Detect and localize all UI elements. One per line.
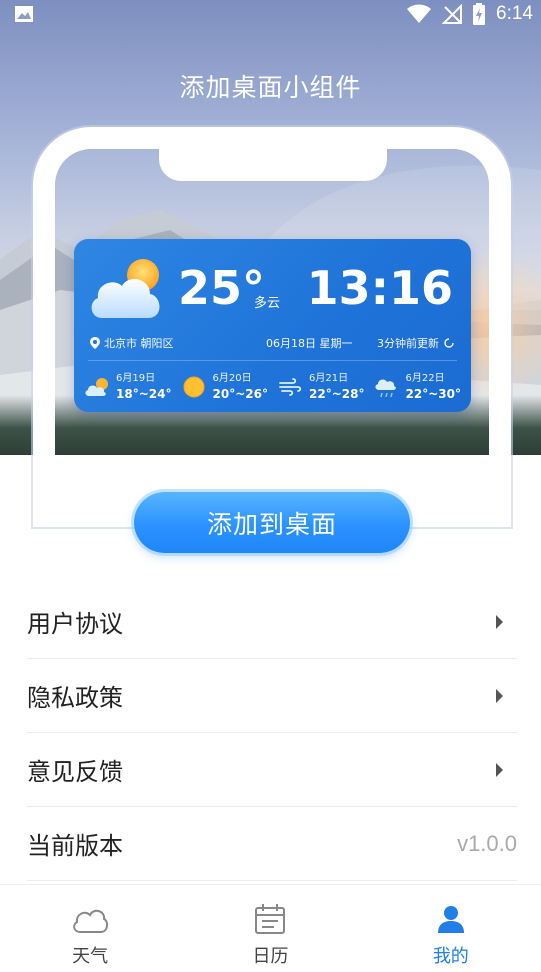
forecast-row: 6月19日 18°~24° 6月20日 20°~26° 6月21日 22°~28… bbox=[84, 369, 461, 405]
weather-condition: 多云 bbox=[254, 296, 281, 311]
phone-notch bbox=[159, 147, 387, 181]
forecast-range: 20°~26° bbox=[212, 387, 268, 401]
sunny-icon bbox=[183, 376, 205, 398]
image-notification-icon bbox=[15, 6, 33, 22]
update-status: 3分钟前更新 bbox=[377, 335, 455, 351]
chevron-right-icon bbox=[496, 762, 503, 777]
forecast-date: 6月20日 bbox=[212, 373, 252, 384]
location-text: 北京市 朝阳区 bbox=[104, 337, 174, 350]
menu-item-label: 意见反馈 bbox=[27, 758, 123, 786]
nav-item-mine[interactable]: 我的 bbox=[361, 885, 541, 972]
nav-label: 天气 bbox=[72, 946, 109, 967]
forecast-item: 6月22日 22°~30° bbox=[374, 369, 461, 405]
forecast-date: 6月19日 bbox=[116, 373, 156, 384]
cloud-icon bbox=[73, 909, 109, 933]
chevron-right-icon bbox=[496, 614, 503, 629]
update-text: 3分钟前更新 bbox=[377, 337, 439, 350]
add-to-desktop-button[interactable]: 添加到桌面 bbox=[134, 492, 410, 553]
menu-item-user-agreement[interactable]: 用户协议 bbox=[27, 585, 517, 659]
status-bar: 6:14 bbox=[0, 0, 541, 28]
battery-charging-icon bbox=[473, 3, 486, 25]
forecast-item: 6月20日 20°~26° bbox=[181, 369, 268, 405]
rain-icon bbox=[375, 379, 396, 398]
location-pin-icon bbox=[90, 337, 100, 349]
settings-menu: 用户协议 隐私政策 意见反馈 当前版本 v1.0.0 bbox=[27, 585, 517, 881]
forecast-range: 18°~24° bbox=[116, 387, 172, 401]
widget-date: 06月18日 星期一 bbox=[266, 337, 353, 350]
windy-icon bbox=[279, 378, 302, 396]
widget-clock: 13:16 bbox=[306, 261, 453, 315]
forecast-date: 6月22日 bbox=[405, 373, 445, 384]
menu-item-version: 当前版本 v1.0.0 bbox=[27, 807, 517, 881]
page-title: 添加桌面小组件 bbox=[179, 73, 362, 102]
status-time: 6:14 bbox=[496, 3, 533, 24]
forecast-item: 6月19日 18°~24° bbox=[84, 369, 171, 405]
wifi-icon bbox=[407, 4, 432, 23]
calendar-icon bbox=[255, 904, 286, 934]
nav-label: 日历 bbox=[252, 946, 289, 967]
forecast-range: 22°~30° bbox=[405, 387, 461, 401]
no-signal-icon bbox=[442, 4, 463, 24]
weather-widget-preview: 25° 多云 13:16 北京市 朝阳区 06月18日 星期一 3分钟前更新 6… bbox=[74, 239, 471, 412]
forecast-date: 6月21日 bbox=[309, 373, 349, 384]
bottom-nav: 天气 日历 我的 bbox=[0, 884, 541, 972]
nav-label: 我的 bbox=[432, 946, 469, 967]
menu-item-privacy-policy[interactable]: 隐私政策 bbox=[27, 659, 517, 733]
partly-cloudy-icon bbox=[85, 378, 108, 396]
menu-item-feedback[interactable]: 意见反馈 bbox=[27, 733, 517, 807]
refresh-icon bbox=[444, 338, 454, 348]
chevron-right-icon bbox=[496, 688, 503, 703]
menu-item-label: 用户协议 bbox=[27, 610, 123, 638]
nav-item-weather[interactable]: 天气 bbox=[0, 885, 180, 972]
menu-item-label: 当前版本 bbox=[27, 832, 123, 860]
current-temperature: 25° bbox=[178, 261, 266, 315]
widget-divider bbox=[88, 360, 457, 361]
user-icon bbox=[437, 906, 464, 933]
forecast-range: 22°~28° bbox=[309, 387, 365, 401]
location: 北京市 朝阳区 bbox=[90, 335, 174, 351]
menu-item-label: 隐私政策 bbox=[27, 684, 123, 712]
cloudy-sun-icon bbox=[91, 259, 160, 318]
forecast-item: 6月21日 22°~28° bbox=[277, 369, 364, 405]
nav-item-calendar[interactable]: 日历 bbox=[180, 885, 360, 972]
version-value: v1.0.0 bbox=[457, 830, 517, 856]
